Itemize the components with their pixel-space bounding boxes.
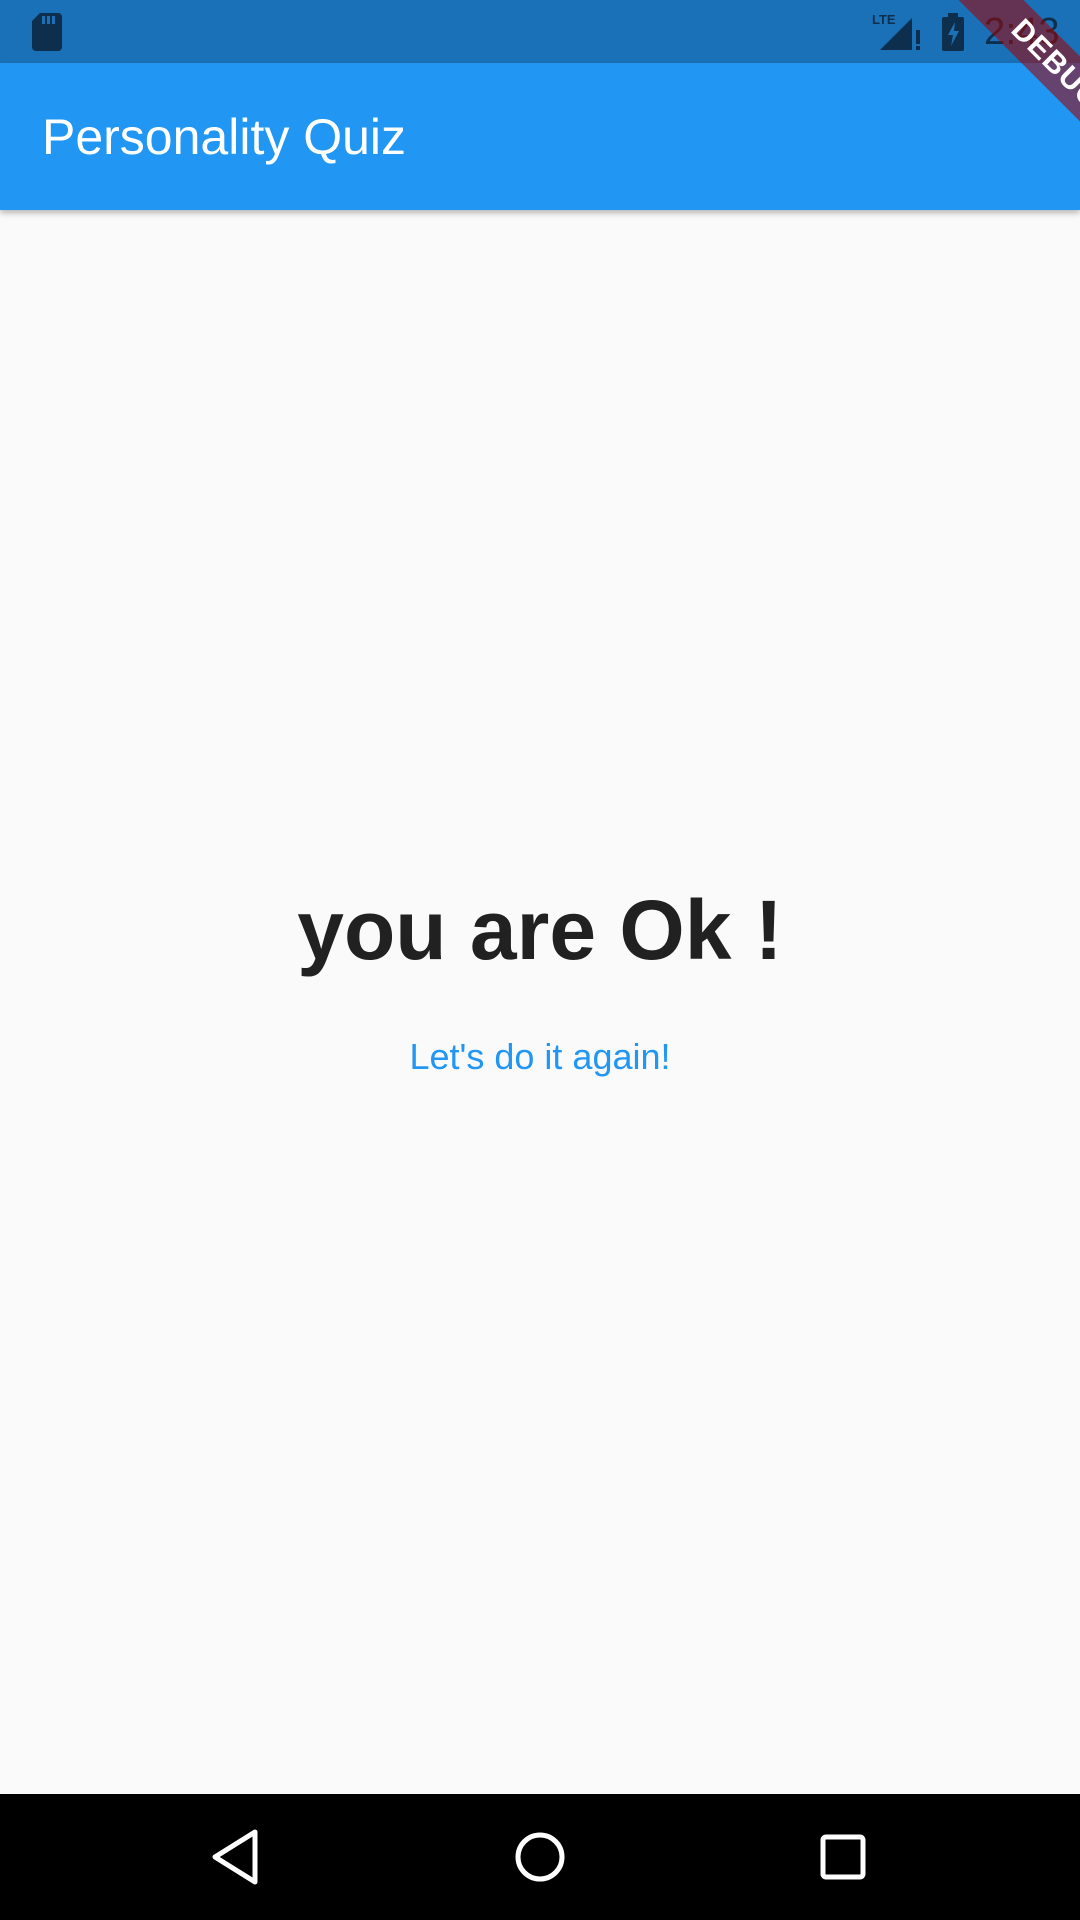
- recents-icon[interactable]: [808, 1822, 878, 1892]
- status-bar: LTE 2:43: [0, 0, 1080, 63]
- lte-signal-icon: LTE: [872, 12, 920, 50]
- sd-card-icon: [32, 13, 62, 51]
- status-clock: 2:43: [984, 11, 1060, 53]
- battery-charging-icon: [942, 13, 964, 51]
- result-message: you are Ok !: [297, 883, 783, 977]
- app-title: Personality Quiz: [42, 109, 407, 165]
- home-icon[interactable]: [505, 1822, 575, 1892]
- navigation-bar: [0, 1794, 1080, 1920]
- restart-quiz-button[interactable]: Let's do it again!: [380, 1024, 700, 1090]
- app-bar: Personality Quiz: [0, 63, 1080, 210]
- back-icon[interactable]: [200, 1822, 270, 1892]
- svg-text:LTE: LTE: [872, 12, 896, 27]
